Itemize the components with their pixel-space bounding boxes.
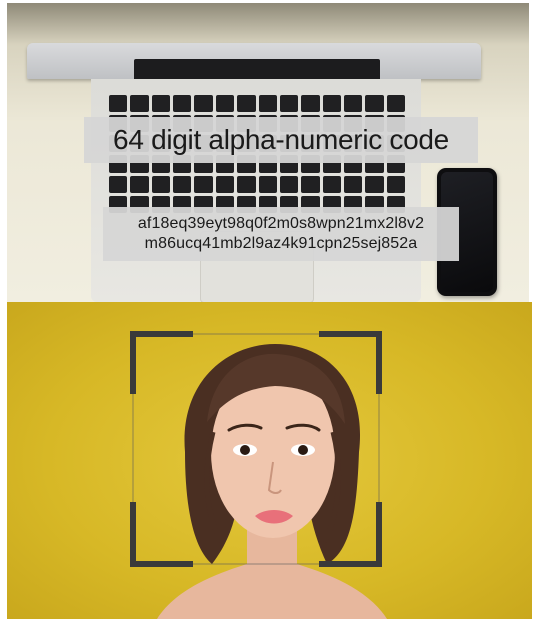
keyboard-key — [258, 95, 277, 113]
keyboard-key — [386, 175, 405, 193]
keyboard-key — [279, 95, 299, 113]
keyboard-key — [109, 95, 128, 113]
keyboard-key — [386, 95, 405, 113]
keyboard-key — [279, 175, 299, 193]
keyboard-key — [194, 95, 213, 113]
keyboard-key — [130, 175, 149, 193]
code-value-banner: af18eq39eyt98q0f2m0s8wpn21mx2l8v2 m86ucq… — [103, 207, 459, 261]
code-title-banner: 64 digit alpha-numeric code — [84, 117, 478, 163]
keyboard-key — [343, 175, 363, 193]
keyboard-key — [151, 175, 171, 193]
face-scan-frame-icon — [130, 331, 382, 567]
keyboard-key — [258, 175, 277, 193]
keyboard-key — [215, 175, 235, 193]
keyboard-key — [237, 175, 256, 193]
keyboard-key — [365, 175, 384, 193]
keyboard-key — [215, 95, 235, 113]
keyboard-key — [194, 175, 213, 193]
keyboard-key — [301, 175, 320, 193]
code-title-text: 64 digit alpha-numeric code — [113, 124, 449, 155]
keyboard-key — [130, 95, 149, 113]
keyboard-key — [301, 95, 320, 113]
code-line-1: af18eq39eyt98q0f2m0s8wpn21mx2l8v2 — [137, 215, 425, 232]
keyboard-key — [322, 95, 341, 113]
keyboard-key — [173, 175, 192, 193]
keyboard-key — [365, 95, 384, 113]
laptop-photo-panel: 64 digit alpha-numeric code af18eq39eyt9… — [7, 3, 529, 302]
keyboard-key — [109, 175, 128, 193]
keyboard-key — [151, 95, 171, 113]
code-line-2: m86ucq41mb2l9az4k91cpn25sej852a — [144, 235, 418, 252]
face-recognition-photo-panel — [7, 302, 532, 619]
page: 64 digit alpha-numeric code af18eq39eyt9… — [0, 0, 533, 621]
keyboard-key — [173, 95, 192, 113]
keyboard-key — [322, 175, 341, 193]
keyboard-key — [343, 95, 363, 113]
keyboard-key — [237, 95, 256, 113]
